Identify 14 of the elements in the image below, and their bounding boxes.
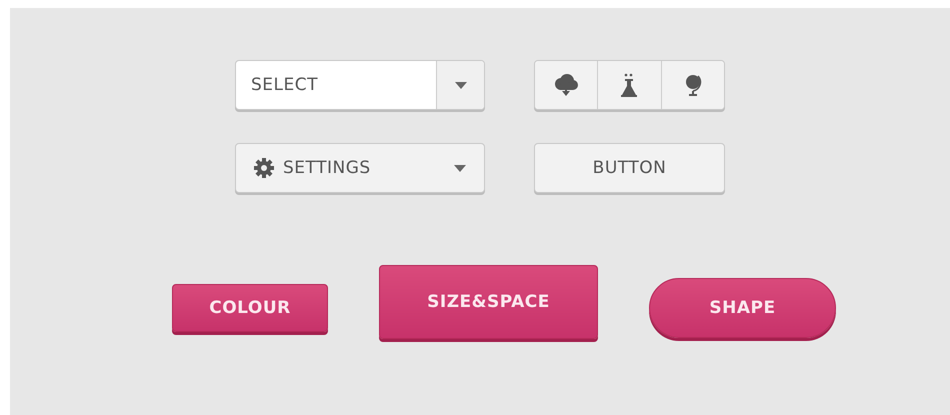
- globe-button[interactable]: [660, 61, 724, 109]
- settings-dropdown[interactable]: SETTINGS: [235, 143, 485, 193]
- caret-icon: [454, 82, 466, 88]
- select-dropdown[interactable]: SELECT: [235, 60, 485, 110]
- flask-icon: [620, 73, 638, 97]
- action-button[interactable]: COLOUR: [172, 284, 328, 332]
- action-button[interactable]: SHAPE: [649, 278, 836, 338]
- select-value: SELECT: [250, 74, 319, 97]
- globe-icon: [684, 73, 702, 97]
- plain-button[interactable]: BUTTON: [534, 143, 725, 193]
- action-button[interactable]: SIZE&SPACE: [379, 265, 598, 339]
- gear-icon: [253, 157, 275, 179]
- caret-icon: [454, 164, 466, 172]
- cloud-download-icon: [553, 74, 580, 96]
